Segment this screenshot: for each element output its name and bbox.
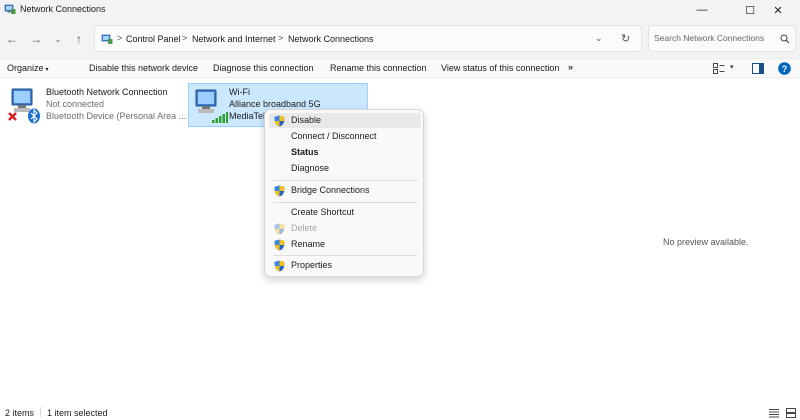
more-commands-button[interactable]: » xyxy=(568,62,573,72)
diagnose-connection-button[interactable]: Diagnose this connection xyxy=(213,63,314,73)
connection-item-bluetooth[interactable]: Bluetooth Network Connection Not connect… xyxy=(3,83,187,127)
menu-separator xyxy=(273,255,417,256)
up-button[interactable]: ↑ xyxy=(70,30,88,48)
menu-separator xyxy=(273,202,417,203)
menu-item-label: Connect / Disconnect xyxy=(291,131,377,141)
connection-name: Bluetooth Network Connection xyxy=(46,87,168,97)
change-view-icon[interactable] xyxy=(713,63,725,74)
connection-status: Alliance broadband 5G xyxy=(229,99,321,109)
breadcrumb-separator[interactable]: > xyxy=(182,33,187,43)
address-dropdown-icon[interactable]: ⌄ xyxy=(595,33,603,44)
preview-pane-text: No preview available. xyxy=(663,237,749,247)
selection-count: 1 item selected xyxy=(47,408,108,418)
menu-item-label: Bridge Connections xyxy=(291,185,370,195)
rename-connection-button[interactable]: Rename this connection xyxy=(330,63,427,73)
breadcrumb-control-panel[interactable]: Control Panel xyxy=(126,34,181,44)
uac-shield-icon xyxy=(274,185,285,197)
command-bar: Organize ▾ Disable this network device Di… xyxy=(0,58,800,78)
menu-item-label: Create Shortcut xyxy=(291,207,355,217)
status-bar: 2 items 1 item selected xyxy=(0,404,800,420)
view-status-button[interactable]: View status of this connection xyxy=(441,63,559,73)
up-arrow-icon: ↑ xyxy=(76,32,82,46)
menu-separator xyxy=(273,180,417,181)
menu-item-status[interactable]: Status xyxy=(269,145,421,160)
bluetooth-adapter-icon xyxy=(8,88,40,124)
menu-item-delete[interactable]: Delete xyxy=(269,221,421,236)
svg-text:?: ? xyxy=(782,64,788,74)
context-menu: Disable Connect / Disconnect Status Diag… xyxy=(264,109,424,277)
menu-item-create-shortcut[interactable]: Create Shortcut xyxy=(269,205,421,220)
menu-item-rename[interactable]: Rename xyxy=(269,237,421,252)
menu-item-bridge-connections[interactable]: Bridge Connections xyxy=(269,183,421,198)
address-bar[interactable]: > Control Panel > Network and Internet >… xyxy=(94,25,642,52)
wifi-adapter-icon xyxy=(195,89,228,123)
search-input[interactable] xyxy=(654,33,769,43)
breadcrumb-network-and-internet[interactable]: Network and Internet xyxy=(192,34,276,44)
help-icon[interactable]: ? xyxy=(778,62,791,75)
menu-item-disable[interactable]: Disable xyxy=(269,113,421,128)
network-folder-icon xyxy=(101,34,113,44)
navigation-bar: ← → ⌄ ↑ > Control Panel > Network and In… xyxy=(0,20,800,58)
network-folder-icon xyxy=(4,4,16,14)
forward-arrow-icon: → xyxy=(30,32,42,46)
connection-name: Wi-Fi xyxy=(229,87,250,97)
connection-device: Bluetooth Device (Personal Area ... xyxy=(46,111,187,121)
preview-pane-icon[interactable] xyxy=(752,63,764,74)
minimize-icon: — xyxy=(696,4,708,16)
organize-label: Organize xyxy=(7,63,44,73)
maximize-icon: ☐ xyxy=(745,4,755,17)
menu-item-label: Status xyxy=(291,147,319,157)
item-count: 2 items xyxy=(5,408,35,418)
chevron-down-icon: ⌄ xyxy=(54,34,62,44)
window-title: Network Connections xyxy=(20,4,106,14)
refresh-icon[interactable]: ↻ xyxy=(621,32,630,45)
menu-item-diagnose[interactable]: Diagnose xyxy=(269,161,421,176)
tiles-view-icon[interactable] xyxy=(786,408,796,418)
close-button[interactable]: ✕ xyxy=(756,0,800,20)
forward-button[interactable]: → xyxy=(27,30,45,48)
breadcrumb-network-connections[interactable]: Network Connections xyxy=(288,34,374,44)
menu-item-label: Properties xyxy=(291,260,333,270)
back-arrow-icon: ← xyxy=(6,32,18,46)
menu-item-label: Delete xyxy=(291,223,318,233)
uac-shield-icon xyxy=(274,260,285,272)
connection-status: Not connected xyxy=(46,99,105,109)
chevron-down-icon: ▾ xyxy=(45,67,49,73)
uac-shield-icon xyxy=(274,223,285,235)
organize-menu[interactable]: Organize ▾ xyxy=(7,63,49,73)
connection-device: MediaTek xyxy=(229,111,268,121)
title-bar: Network Connections — ☐ ✕ xyxy=(0,0,800,20)
close-icon: ✕ xyxy=(773,4,783,17)
menu-item-label: Disable xyxy=(291,115,322,125)
back-button[interactable]: ← xyxy=(3,30,21,48)
breadcrumb-separator[interactable]: > xyxy=(117,33,122,43)
menu-item-label: Diagnose xyxy=(291,163,330,173)
recent-locations-button[interactable]: ⌄ xyxy=(49,30,67,48)
search-icon xyxy=(780,34,790,44)
minimize-button[interactable]: — xyxy=(679,0,725,20)
disable-device-button[interactable]: Disable this network device xyxy=(89,63,198,73)
details-view-icon[interactable] xyxy=(769,408,779,418)
uac-shield-icon xyxy=(274,239,285,251)
menu-item-connect-disconnect[interactable]: Connect / Disconnect xyxy=(269,129,421,144)
menu-item-label: Rename xyxy=(291,239,326,249)
breadcrumb-separator[interactable]: > xyxy=(278,33,283,43)
search-box[interactable] xyxy=(648,25,796,52)
menu-item-properties[interactable]: Properties xyxy=(269,258,421,273)
uac-shield-icon xyxy=(274,115,285,127)
chevron-down-icon[interactable]: ▾ xyxy=(730,63,734,71)
status-divider xyxy=(40,407,41,417)
